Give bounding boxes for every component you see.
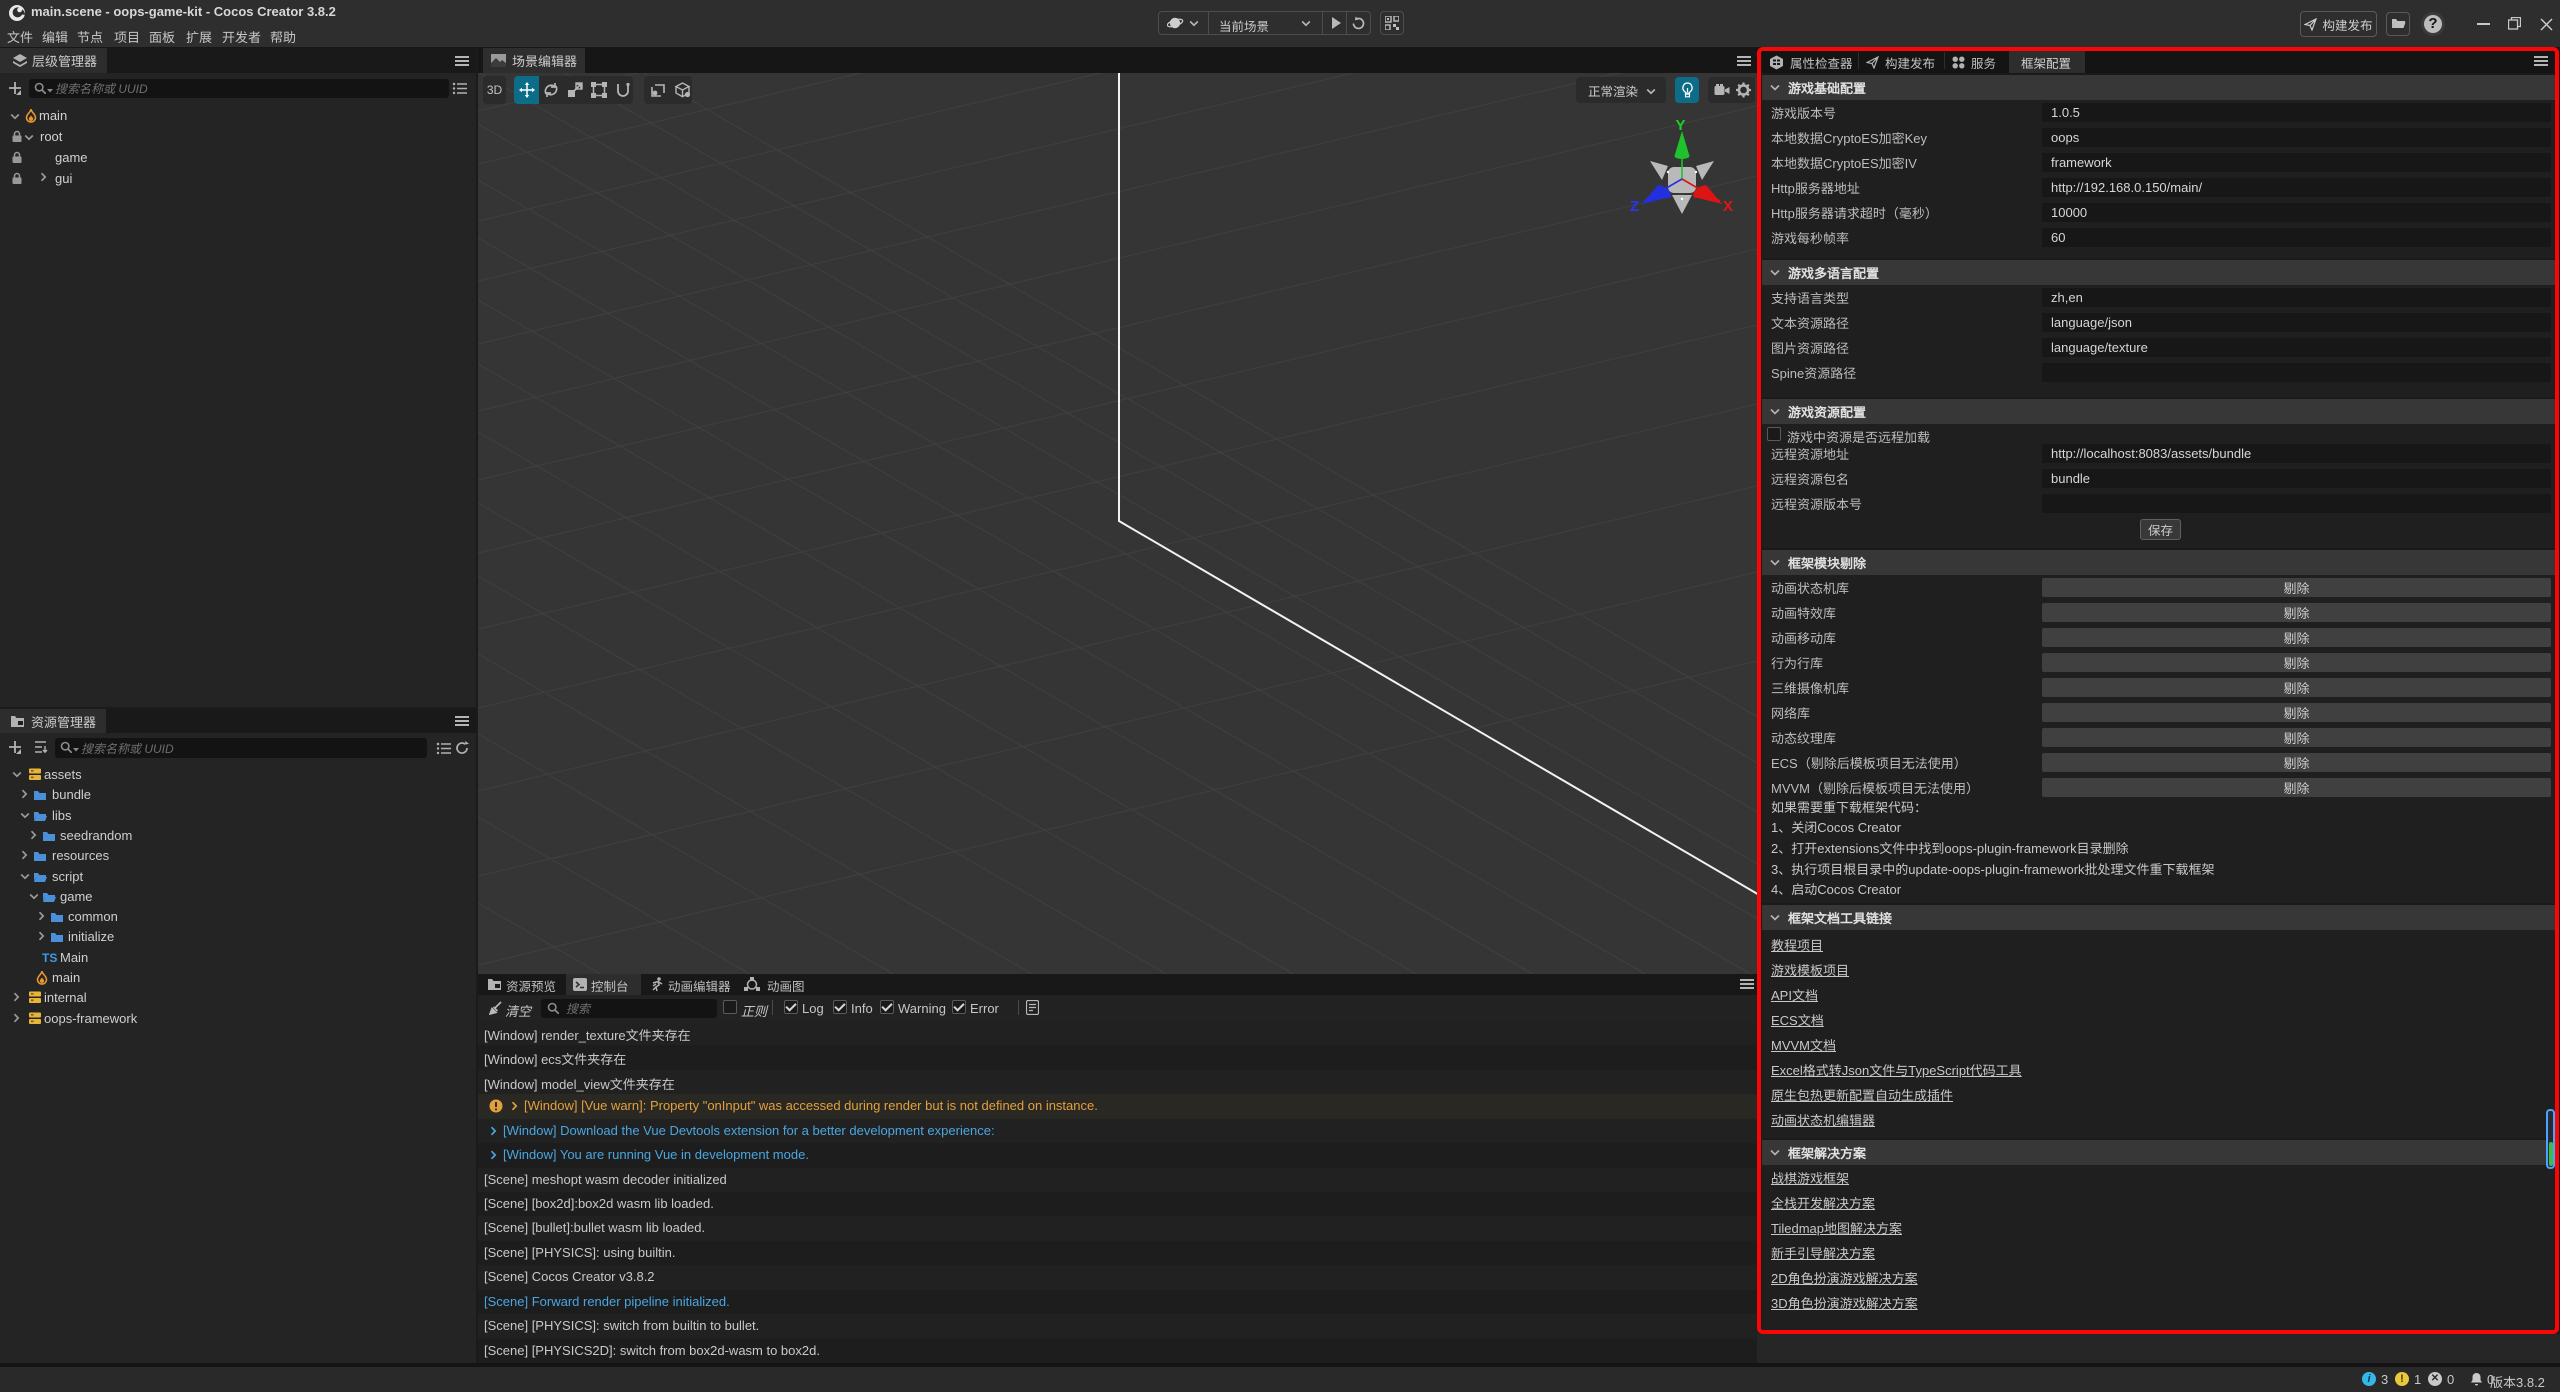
svg-text:X: X [1723,198,1733,215]
svg-text:Y: Y [1676,117,1686,134]
svg-text:Z: Z [1630,198,1639,215]
